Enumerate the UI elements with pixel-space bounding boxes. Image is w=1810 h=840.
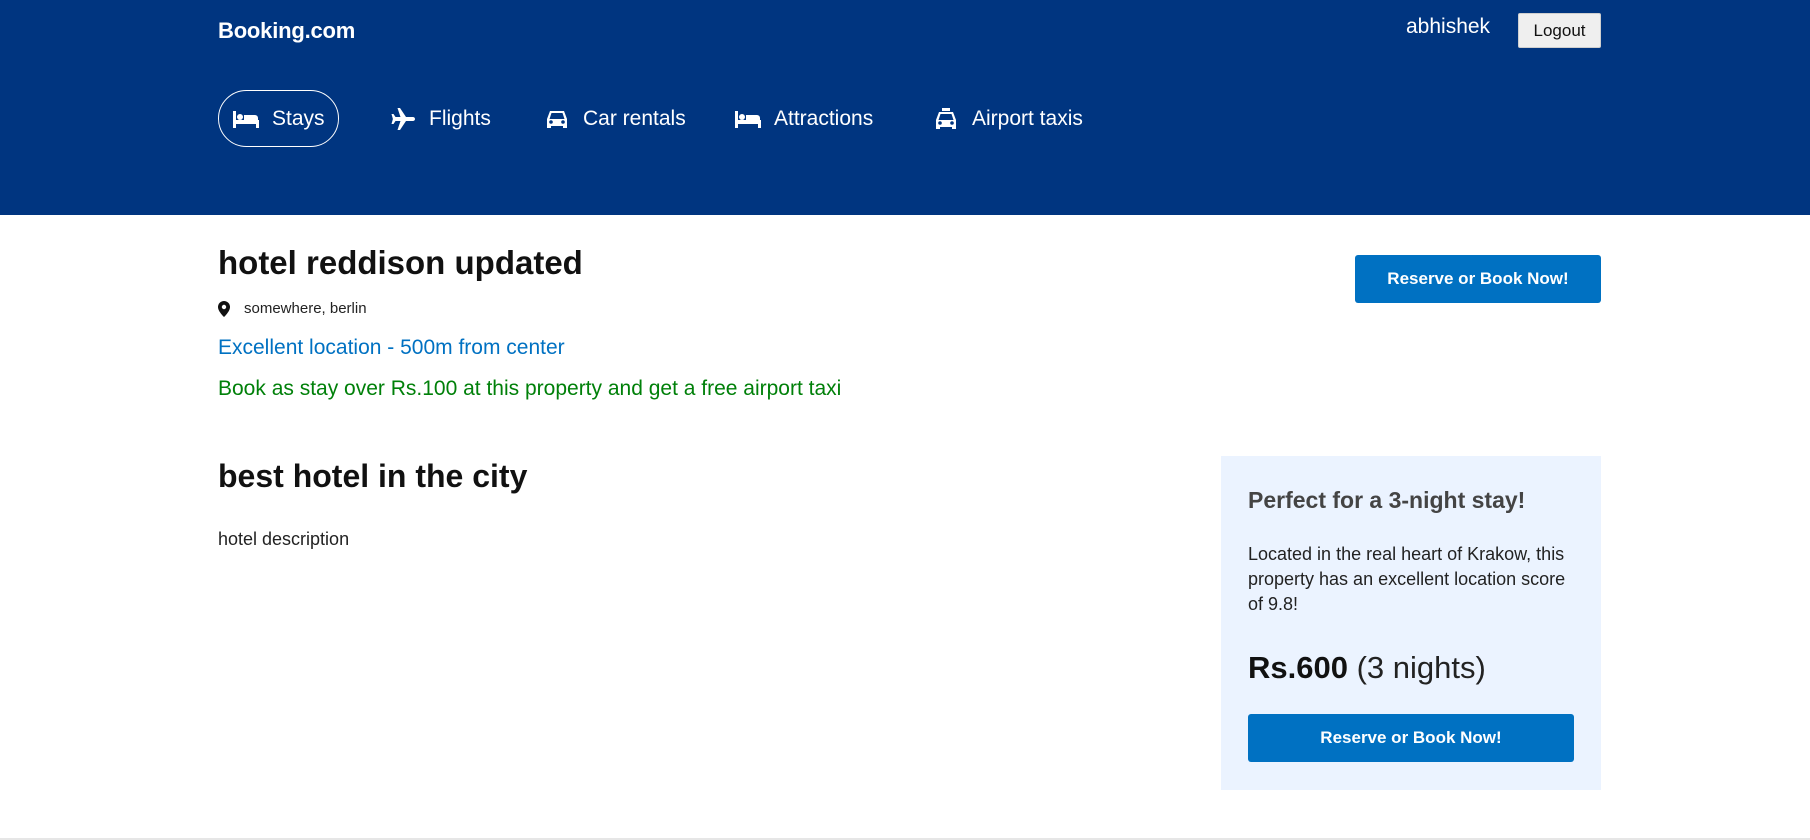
hotel-offer: Book as stay over Rs.100 at this propert… [218, 377, 842, 400]
price-row: Rs.600 (3 nights) [1248, 650, 1486, 686]
hotel-section-title: best hotel in the city [218, 458, 528, 494]
nav-item-airport-taxis[interactable]: Airport taxis [919, 90, 1096, 147]
nav-label-airport-taxis: Airport taxis [972, 106, 1083, 130]
site-logo[interactable]: Booking.com [218, 18, 355, 44]
car-icon [543, 107, 571, 131]
hotel-title: hotel reddison updated [218, 244, 583, 281]
hotel-distance: Excellent location - 500m from center [218, 336, 565, 359]
price-nights: (3 nights) [1356, 650, 1486, 685]
nav-item-stays[interactable]: Stays [218, 90, 339, 147]
nav-item-car-rentals[interactable]: Car rentals [530, 90, 699, 147]
logout-button[interactable]: Logout [1518, 13, 1601, 48]
price-value: Rs.600 [1248, 650, 1348, 685]
reserve-button-card[interactable]: Reserve or Book Now! [1248, 714, 1574, 762]
hotel-address: somewhere, berlin [218, 300, 367, 317]
nav-label-stays: Stays [272, 106, 325, 130]
plane-icon [389, 107, 417, 131]
bed-icon [734, 107, 762, 131]
nav-label-car-rentals: Car rentals [583, 106, 686, 130]
stay-card-text: Located in the real heart of Krakow, thi… [1248, 544, 1566, 614]
nav-label-flights: Flights [429, 106, 491, 130]
hotel-description: hotel description [218, 529, 350, 549]
hotel-address-text: somewhere, berlin [244, 300, 367, 317]
location-pin-icon [218, 300, 230, 317]
bed-icon [232, 107, 260, 131]
nav-item-attractions[interactable]: Attractions [721, 90, 886, 147]
nav-item-flights[interactable]: Flights [376, 90, 504, 147]
stay-summary-card: Perfect for a 3-night stay! Located in t… [1221, 456, 1601, 790]
reserve-button-top[interactable]: Reserve or Book Now! [1355, 255, 1601, 303]
nav-label-attractions: Attractions [774, 106, 874, 130]
username-label: abhishek [1406, 15, 1491, 38]
stay-card-title: Perfect for a 3-night stay! [1248, 487, 1526, 513]
taxi-icon [932, 107, 960, 131]
